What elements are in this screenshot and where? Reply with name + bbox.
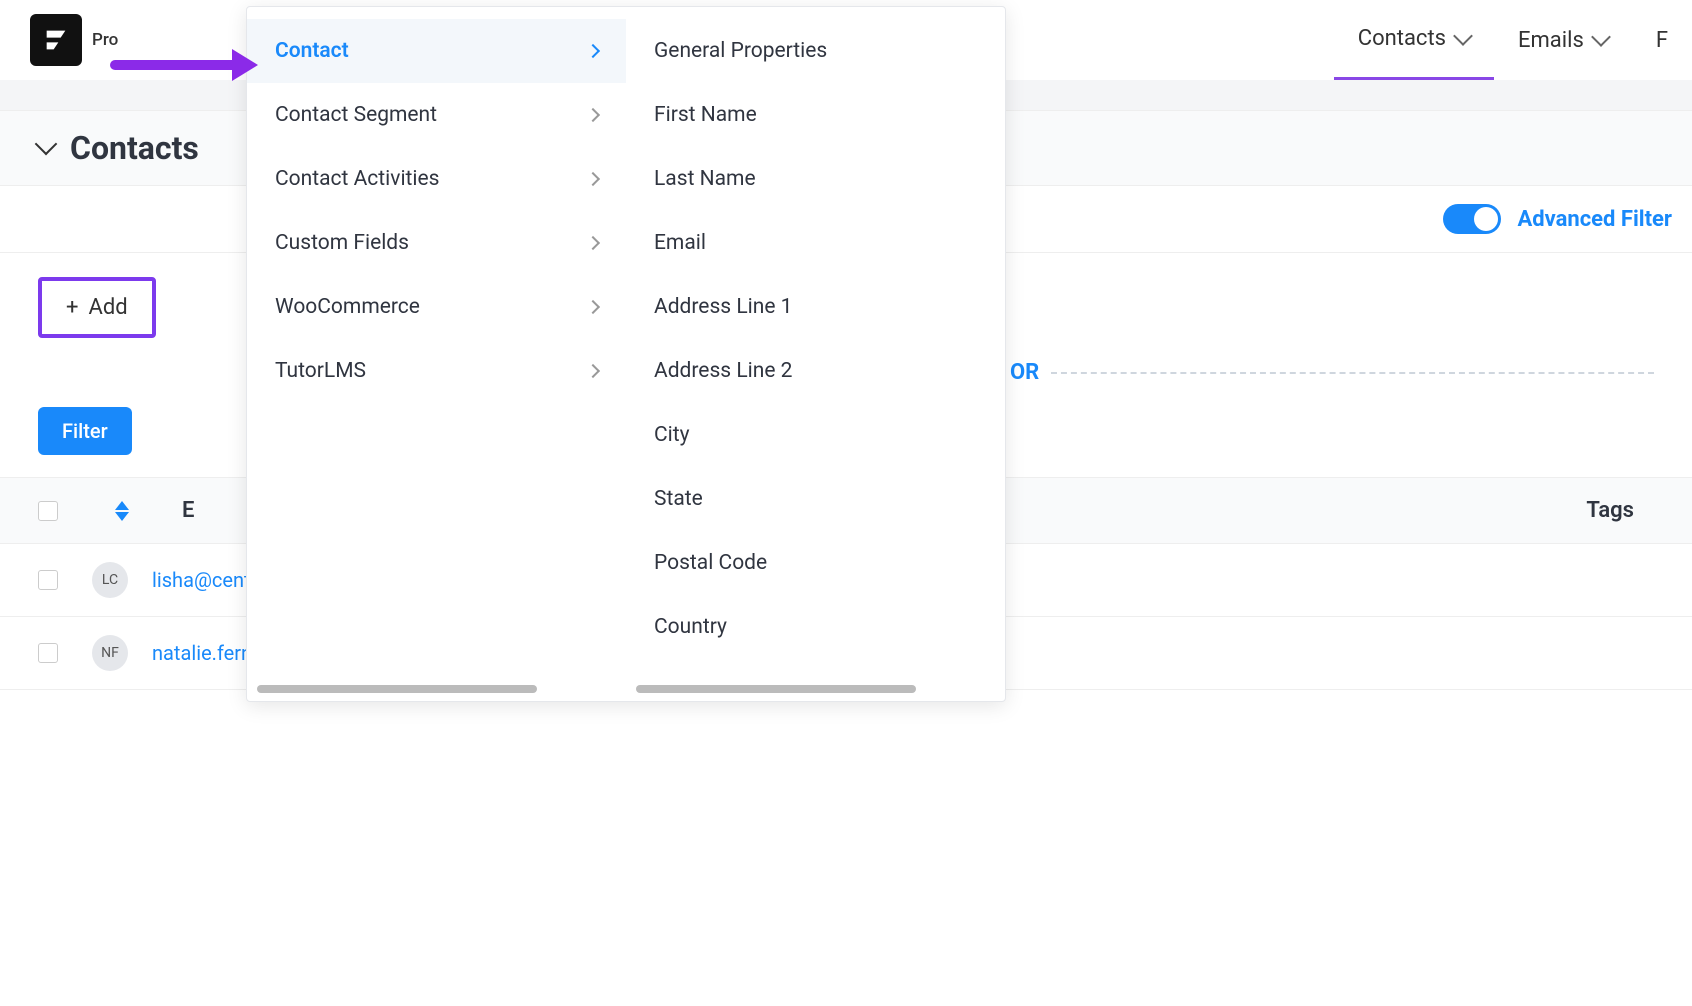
dropdown-property-address2[interactable]: Address Line 2 — [626, 339, 1005, 403]
avatar: LC — [92, 562, 128, 598]
dropdown-property-postal[interactable]: Postal Code — [626, 531, 1005, 595]
avatar: NF — [92, 635, 128, 671]
advanced-filter-label: Advanced Filter — [1517, 207, 1672, 232]
add-button-label: Add — [88, 295, 127, 320]
scrollbar[interactable] — [636, 685, 916, 693]
chevron-right-icon — [586, 236, 600, 250]
collapse-icon[interactable] — [35, 133, 58, 156]
row-checkbox[interactable] — [38, 570, 58, 590]
add-filter-button[interactable]: + Add — [38, 277, 156, 338]
nav-more[interactable]: F — [1632, 0, 1692, 80]
toggle-knob — [1474, 207, 1498, 231]
filter-button-label: Filter — [62, 419, 108, 443]
nav-emails-label: Emails — [1518, 28, 1584, 53]
dropdown-category-contact[interactable]: Contact — [247, 19, 626, 83]
select-all-checkbox[interactable] — [38, 501, 58, 521]
dropdown-property-last-name[interactable]: Last Name — [626, 147, 1005, 211]
row-checkbox[interactable] — [38, 643, 58, 663]
divider-line — [1051, 372, 1654, 374]
nav-emails[interactable]: Emails — [1494, 0, 1632, 80]
dropdown-categories-column: Contact Contact Segment Contact Activiti… — [247, 7, 626, 701]
page-title: Contacts — [70, 129, 199, 167]
chevron-down-icon — [1453, 26, 1473, 46]
filter-button[interactable]: Filter — [38, 407, 132, 455]
chevron-right-icon — [586, 364, 600, 378]
chevron-right-icon — [586, 44, 600, 58]
dropdown-property-email[interactable]: Email — [626, 211, 1005, 275]
plus-icon: + — [66, 295, 78, 320]
dropdown-property-general[interactable]: General Properties — [626, 19, 1005, 83]
sort-column[interactable] — [92, 501, 152, 521]
filter-category-dropdown: Contact Contact Segment Contact Activiti… — [246, 6, 1006, 702]
tags-column-header[interactable]: Tags — [1586, 498, 1634, 523]
nav-items: Contacts Emails F — [1334, 0, 1692, 80]
nav-contacts-label: Contacts — [1358, 26, 1446, 51]
email-column-header[interactable]: E — [182, 498, 194, 523]
dropdown-property-first-name[interactable]: First Name — [626, 83, 1005, 147]
dropdown-property-city[interactable]: City — [626, 403, 1005, 467]
sort-icon — [92, 501, 152, 521]
chevron-down-icon — [1591, 27, 1611, 47]
dropdown-category-contact-activities[interactable]: Contact Activities — [247, 147, 626, 211]
dropdown-category-custom-fields[interactable]: Custom Fields — [247, 211, 626, 275]
dropdown-category-tutorlms[interactable]: TutorLMS — [247, 339, 626, 403]
dropdown-property-state[interactable]: State — [626, 467, 1005, 531]
chevron-right-icon — [586, 300, 600, 314]
dropdown-properties-column: General Properties First Name Last Name … — [626, 7, 1005, 701]
dropdown-category-contact-segment[interactable]: Contact Segment — [247, 83, 626, 147]
advanced-filter-toggle[interactable] — [1443, 204, 1501, 234]
dropdown-property-country[interactable]: Country — [626, 595, 1005, 659]
scrollbar[interactable] — [257, 685, 537, 693]
arrow-annotation — [110, 60, 240, 70]
logo-badge: Pro — [92, 30, 118, 50]
chevron-right-icon — [586, 172, 600, 186]
nav-more-label: F — [1656, 28, 1668, 53]
app-logo — [30, 14, 82, 66]
dropdown-property-address1[interactable]: Address Line 1 — [626, 275, 1005, 339]
nav-contacts[interactable]: Contacts — [1334, 0, 1494, 80]
chevron-right-icon — [586, 108, 600, 122]
dropdown-category-woocommerce[interactable]: WooCommerce — [247, 275, 626, 339]
